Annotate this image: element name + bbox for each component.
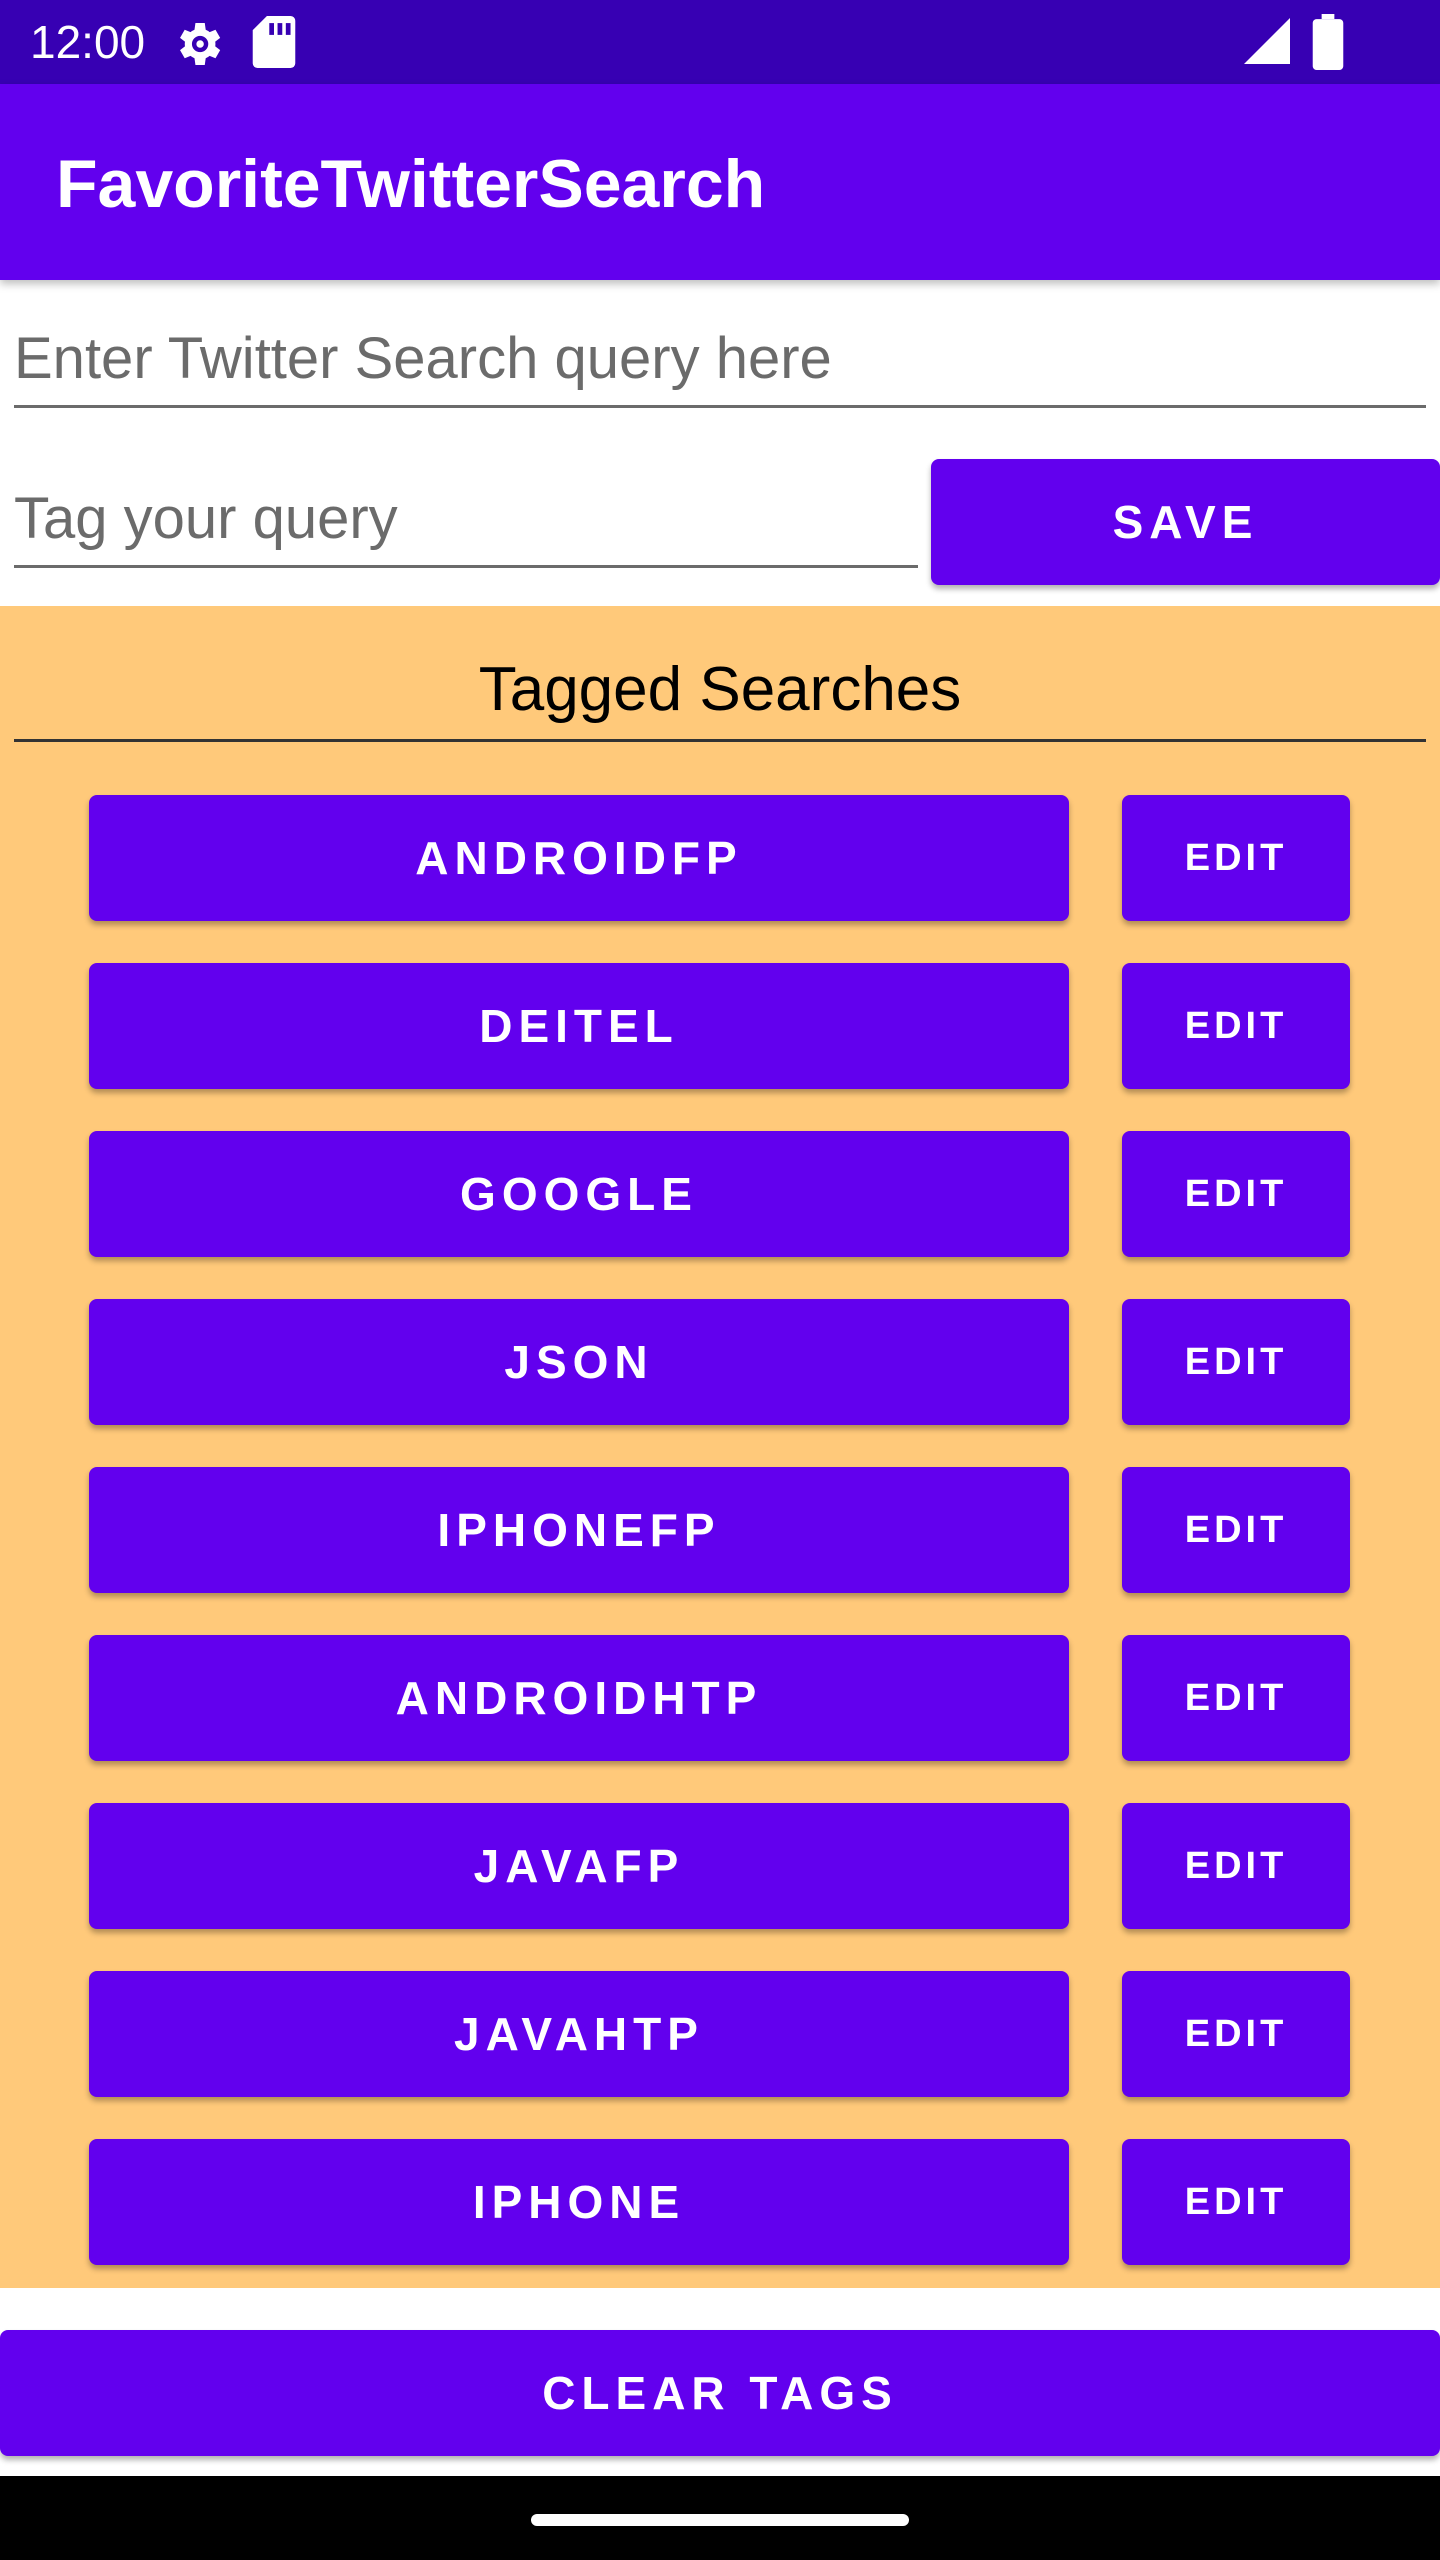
edit-label: EDIT xyxy=(1184,1676,1288,1719)
edit-label: EDIT xyxy=(1184,2180,1288,2223)
edit-button[interactable]: EDIT xyxy=(1122,963,1350,1089)
tag-label: JSON xyxy=(504,1336,654,1388)
tagged-searches-panel: Tagged Searches ANDROIDFP EDIT DEITEL ED… xyxy=(0,606,1440,2288)
edit-label: EDIT xyxy=(1184,836,1288,879)
edit-button[interactable]: EDIT xyxy=(1122,1131,1350,1257)
tag-field xyxy=(14,472,918,568)
status-time: 12:00 xyxy=(30,16,146,68)
tag-label: JAVAHTP xyxy=(454,2008,704,2060)
tag-button-androidhtp[interactable]: ANDROIDHTP xyxy=(89,1635,1069,1761)
edit-button[interactable]: EDIT xyxy=(1122,1971,1350,2097)
navigation-bar xyxy=(0,2476,1440,2560)
clear-tags-label: CLEAR TAGS xyxy=(542,2367,898,2419)
tag-row: ANDROIDHTP EDIT xyxy=(0,1635,1440,1761)
tag-label: DEITEL xyxy=(479,1000,679,1052)
tag-button-javafp[interactable]: JAVAFP xyxy=(89,1803,1069,1929)
tag-input[interactable] xyxy=(14,472,918,565)
tag-row: ANDROIDFP EDIT xyxy=(0,795,1440,921)
tag-row: JAVAHTP EDIT xyxy=(0,1971,1440,2097)
edit-button[interactable]: EDIT xyxy=(1122,1803,1350,1929)
tag-button-google[interactable]: GOOGLE xyxy=(89,1131,1069,1257)
tag-button-androidfp[interactable]: ANDROIDFP xyxy=(89,795,1069,921)
tag-button-json[interactable]: JSON xyxy=(89,1299,1069,1425)
tag-button-iphone[interactable]: IPHONE xyxy=(89,2139,1069,2265)
status-bar: 12:00 xyxy=(0,0,1440,84)
edit-label: EDIT xyxy=(1184,1844,1288,1887)
edit-label: EDIT xyxy=(1184,1172,1288,1215)
save-button[interactable]: SAVE xyxy=(931,459,1440,585)
query-input[interactable] xyxy=(14,312,1426,405)
tag-label: IPHONEFP xyxy=(437,1504,721,1556)
edit-label: EDIT xyxy=(1184,1340,1288,1383)
edit-label: EDIT xyxy=(1184,1508,1288,1551)
tag-label: ANDROIDFP xyxy=(415,832,743,884)
tag-label: ANDROIDHTP xyxy=(395,1672,763,1724)
edit-label: EDIT xyxy=(1184,2012,1288,2055)
tag-button-javahtp[interactable]: JAVAHTP xyxy=(89,1971,1069,2097)
tag-row: JAVAFP EDIT xyxy=(0,1803,1440,1929)
edit-button[interactable]: EDIT xyxy=(1122,795,1350,921)
tagged-searches-heading: Tagged Searches xyxy=(14,642,1426,742)
clear-tags-button[interactable]: CLEAR TAGS xyxy=(0,2330,1440,2456)
tag-button-deitel[interactable]: DEITEL xyxy=(89,963,1069,1089)
tag-button-iphonefp[interactable]: IPHONEFP xyxy=(89,1467,1069,1593)
edit-label: EDIT xyxy=(1184,1004,1288,1047)
tag-label: JAVAFP xyxy=(473,1840,685,1892)
edit-button[interactable]: EDIT xyxy=(1122,1299,1350,1425)
signal-icon xyxy=(1244,18,1290,64)
app-title: FavoriteTwitterSearch xyxy=(56,146,766,222)
edit-button[interactable]: EDIT xyxy=(1122,2139,1350,2265)
home-gesture-handle[interactable] xyxy=(531,2514,909,2526)
edit-button[interactable]: EDIT xyxy=(1122,1467,1350,1593)
tag-row: GOOGLE EDIT xyxy=(0,1131,1440,1257)
edit-button[interactable]: EDIT xyxy=(1122,1635,1350,1761)
tag-label: GOOGLE xyxy=(460,1168,698,1220)
app-bar: FavoriteTwitterSearch xyxy=(0,84,1440,280)
tag-row: IPHONEFP EDIT xyxy=(0,1467,1440,1593)
battery-icon xyxy=(1312,14,1344,70)
tag-row: JSON EDIT xyxy=(0,1299,1440,1425)
tag-label: IPHONE xyxy=(472,2176,686,2228)
gear-icon xyxy=(180,23,221,65)
save-button-label: SAVE xyxy=(1112,496,1259,548)
tag-row: DEITEL EDIT xyxy=(0,963,1440,1089)
tag-row: IPHONE EDIT xyxy=(0,2139,1440,2265)
query-field xyxy=(14,312,1426,408)
sd-card-icon xyxy=(252,16,296,68)
